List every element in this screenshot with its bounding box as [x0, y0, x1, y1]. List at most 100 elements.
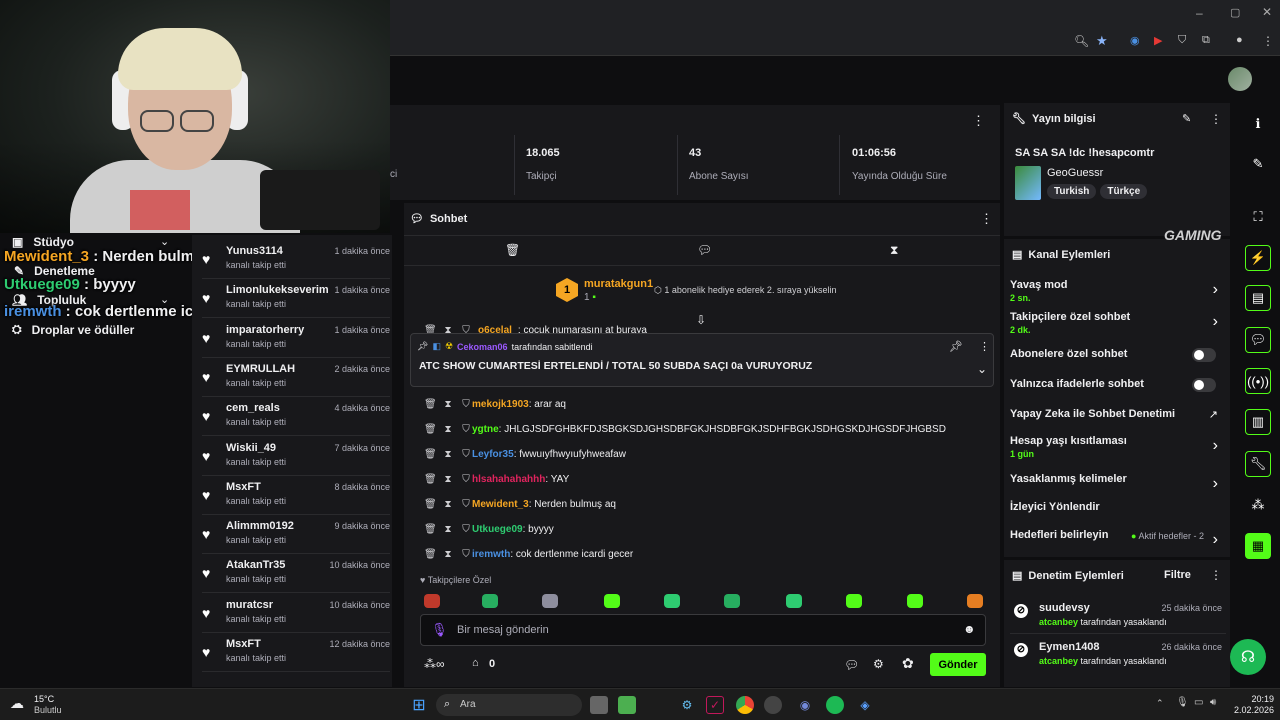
lightning-icon[interactable]: ⚡	[1245, 245, 1271, 271]
user-avatar[interactable]	[1228, 67, 1252, 91]
follower-row[interactable]: ♥ MsxFT kanalı takip etti 8 dakika önce	[202, 477, 390, 515]
youtube-extension-icon[interactable]: ▶	[1154, 34, 1162, 47]
tray-chevron-icon[interactable]: ⌃	[1156, 698, 1164, 709]
chevron-right-icon[interactable]: ›	[1213, 437, 1218, 455]
follower-name[interactable]: MsxFT	[226, 481, 261, 493]
chat-message[interactable]: 🗑︎ ⧗ ⛉ hlsahahahahhh: YAY	[424, 474, 569, 485]
channel-action-row[interactable]: Hesap yaşı kısıtlaması 1 gün ›	[1010, 435, 1226, 459]
follower-row[interactable]: ♥ AtakanTr35 kanalı takip etti 10 dakika…	[202, 555, 390, 594]
chevron-right-icon[interactable]: ›	[1213, 281, 1218, 299]
trash-icon[interactable]: 🗑︎	[424, 474, 437, 485]
channel-action-row[interactable]: Hedefleri belirleyin › ● Aktif hedefler - …	[1010, 529, 1226, 548]
chat-username[interactable]: Leyfor35	[472, 449, 514, 460]
chat-message[interactable]: 🗑︎ ⧗ ⛉ Utkuege09: byyyy	[424, 524, 554, 535]
category-thumbnail[interactable]	[1015, 166, 1041, 200]
toggle-switch[interactable]	[1192, 378, 1216, 392]
follower-row[interactable]: ♥ MsxFT kanalı takip etti 12 dakika önce	[202, 634, 390, 672]
trash-icon[interactable]: 🗑︎	[505, 243, 520, 257]
follower-row[interactable]: ♥ imparatorherry kanalı takip etti 1 dak…	[202, 320, 390, 358]
trash-icon[interactable]: 🗑︎	[424, 524, 437, 535]
follower-name[interactable]: AtakanTr35	[226, 559, 285, 571]
volume-icon[interactable]: 🔊︎	[1210, 697, 1216, 708]
chat-message[interactable]: 🗑︎ ⧗ ⛉ Mewident_3: Nerden bulmuş aq	[424, 499, 616, 510]
chat-message[interactable]: 🗑︎ ⧗ ⛉ ygtne: JHLGJSDFGHBKFDJSBGKSDJGHSD…	[424, 424, 946, 435]
stream-info-menu-icon[interactable]: ⋮	[1210, 112, 1222, 126]
hourglass-icon[interactable]: ⧗	[442, 499, 454, 510]
discord-icon[interactable]: ◉	[796, 696, 814, 714]
gear-icon[interactable]: ⚙	[873, 657, 884, 671]
screen-capture-icon[interactable]: ⛶	[1245, 204, 1271, 230]
support-headset-icon[interactable]: ☊	[1230, 639, 1266, 675]
taskbar-search[interactable]: ⌕ Ara	[436, 694, 582, 716]
follower-name[interactable]: MsxFT	[226, 638, 261, 650]
chrome-icon[interactable]	[736, 696, 754, 714]
scroll-down-icon[interactable]: ⇩	[696, 313, 706, 327]
layout-icon[interactable]: ▥	[1245, 409, 1271, 435]
emote-icon[interactable]	[724, 594, 740, 608]
bookmark-star-icon[interactable]: ★	[1096, 33, 1108, 49]
network-icon[interactable]: ▭	[1194, 697, 1203, 708]
chat-username[interactable]: mekojk1903	[472, 399, 529, 410]
spotify-icon[interactable]	[826, 696, 844, 714]
extensions-puzzle-icon[interactable]: ⧉	[1202, 34, 1210, 47]
follower-name[interactable]: Limonlukekseverim	[226, 284, 329, 296]
hourglass-icon[interactable]: ⧗	[890, 243, 898, 258]
gift-prompt[interactable]: ⬡ 1 abonelik hediye ederek 2. sıraya yük…	[654, 285, 836, 296]
clock-time[interactable]: 20:19	[1234, 694, 1274, 704]
follower-name[interactable]: Wiskii_49	[226, 442, 276, 454]
channel-action-row[interactable]: Yavaş mod 2 sn. ›	[1010, 279, 1226, 303]
chat-message-input[interactable]: 🎙︎ Bir mesaj gönderin ☻	[420, 614, 986, 646]
trash-icon[interactable]: 🗑︎	[424, 424, 437, 435]
extension-icon[interactable]: ◉	[1130, 34, 1140, 47]
shield-extension-icon[interactable]: ⛉	[1178, 34, 1186, 47]
points-icon[interactable]: ⁂	[1245, 492, 1271, 518]
chat-username[interactable]: Mewident_3	[472, 499, 529, 510]
emote-icon[interactable]	[967, 594, 983, 608]
pinned-menu-icon[interactable]: ⋮	[979, 340, 990, 353]
top-gifter-name[interactable]: muratakgun1	[584, 278, 653, 290]
more-options-icon[interactable]: ⋮	[972, 113, 985, 129]
emote-icon[interactable]	[664, 594, 680, 608]
follower-row[interactable]: ♥ EYMRULLAH kanalı takip etti 2 dakika ö…	[202, 359, 390, 397]
category-name[interactable]: GeoGuessr	[1047, 167, 1103, 179]
microphone-icon[interactable]: 🎙︎	[431, 622, 448, 638]
banned-user[interactable]: Eymen1408	[1039, 641, 1100, 653]
steam-icon[interactable]: ⚙	[678, 696, 696, 714]
hourglass-icon[interactable]: ⧗	[442, 424, 454, 435]
emote-icon[interactable]	[542, 594, 558, 608]
trash-icon[interactable]: 🗑︎	[424, 399, 437, 410]
filter-button[interactable]: Filtre	[1164, 569, 1191, 581]
emote-icon[interactable]	[424, 594, 440, 608]
follower-name[interactable]: Yunus3114	[226, 245, 283, 257]
channel-points-icon[interactable]: ⁂∞	[424, 657, 445, 671]
toggle-switch[interactable]	[1192, 348, 1216, 362]
emote-menu-icon[interactable]: ✿	[902, 655, 914, 672]
weather-icon[interactable]: ☁	[10, 695, 24, 712]
emote-icon[interactable]	[907, 594, 923, 608]
emote-icon[interactable]	[604, 594, 620, 608]
windows-start-icon[interactable]: ⊞	[410, 696, 428, 714]
browser-menu-icon[interactable]: ⋮	[1262, 34, 1274, 48]
chevron-down-icon[interactable]: ⌄	[160, 235, 169, 248]
app-icon[interactable]: ▦	[1245, 533, 1271, 559]
minecraft-icon[interactable]	[618, 696, 636, 714]
hourglass-icon[interactable]: ⧗	[442, 524, 454, 535]
profile-icon[interactable]: ●	[1236, 34, 1243, 46]
chat-username[interactable]: Utkuege09	[472, 524, 523, 535]
obs-icon[interactable]	[764, 696, 782, 714]
hourglass-icon[interactable]: ⧗	[442, 399, 454, 410]
follower-name[interactable]: muratcsr	[226, 599, 273, 611]
chat-settings-bubble-icon[interactable]: 💬︎	[844, 658, 859, 672]
chevron-right-icon[interactable]: ›	[1213, 531, 1218, 549]
chevron-right-icon[interactable]: ›	[1213, 475, 1218, 493]
moderation-entry[interactable]: ⊘ suudevsy 25 dakika önce atcanbey taraf…	[1010, 600, 1226, 634]
hourglass-icon[interactable]: ⧗	[442, 449, 454, 460]
follower-row[interactable]: ♥ muratcsr kanalı takip etti 10 dakika ö…	[202, 595, 390, 633]
nav-item-drops[interactable]: ⛭ Droplar ve ödüller	[12, 322, 134, 337]
hourglass-icon[interactable]: ⧗	[442, 549, 454, 560]
zoom-icon[interactable]: 🔍︎	[1074, 34, 1089, 48]
app-icon[interactable]: ✓	[706, 696, 724, 714]
channel-action-row[interactable]: Yalnızca ifadelerle sohbet	[1010, 378, 1226, 392]
moderator-name[interactable]: atcanbey	[1039, 656, 1078, 666]
app-icon[interactable]: ◈	[856, 696, 874, 714]
